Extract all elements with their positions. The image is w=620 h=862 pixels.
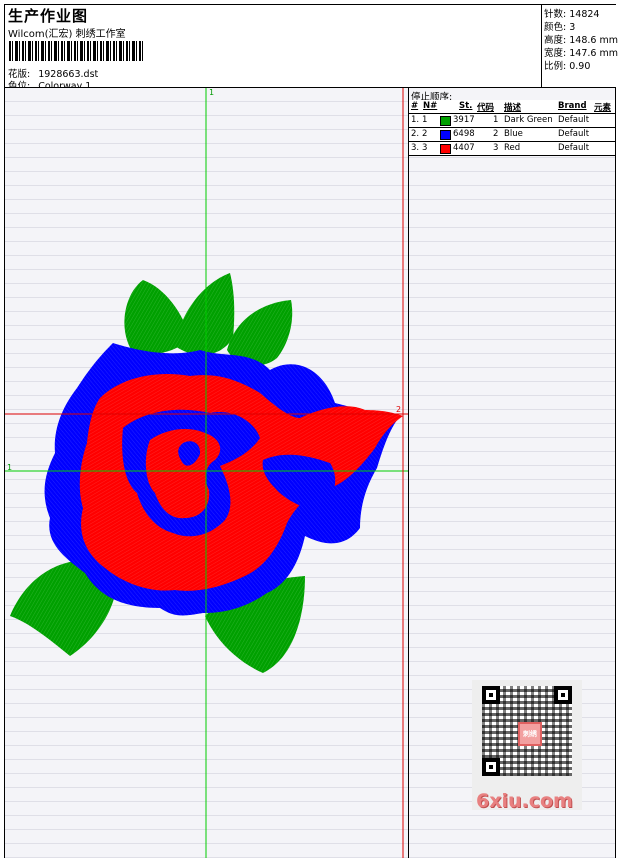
col-desc: 描述 bbox=[504, 103, 522, 113]
stat-stitches: 针数: 14824 bbox=[544, 9, 600, 20]
brand-watermark: 6xiu.com bbox=[476, 790, 573, 812]
stat-height: 高度: 148.6 mm bbox=[544, 35, 618, 46]
col-element: 元素 bbox=[594, 103, 612, 113]
stat-scale: 比例: 0.90 bbox=[544, 61, 591, 72]
table-row: 1. 1 3917 1 Dark Green Default bbox=[409, 114, 615, 128]
studio-name: Wilcom(汇宏) 刺绣工作室 bbox=[8, 29, 126, 40]
qr-code: 刺绣 bbox=[482, 686, 572, 776]
barcode bbox=[9, 41, 143, 61]
leaf-top-center bbox=[175, 273, 235, 356]
color-swatch bbox=[440, 116, 451, 126]
table-row: 2. 2 6498 2 Blue Default bbox=[409, 128, 615, 142]
axis-label-right: 2 bbox=[396, 405, 402, 414]
col-brand: Brand bbox=[558, 101, 587, 111]
design-stats: 针数: 14824 颜色: 3 高度: 148.6 mm 宽度: 147.6 m… bbox=[541, 5, 618, 87]
design-canvas: 1 1 2 bbox=[5, 88, 408, 858]
table-header: # N# St. 代码 描述 Brand 元素 bbox=[409, 100, 615, 114]
col-n: N# bbox=[423, 101, 438, 111]
stat-colors: 颜色: 3 bbox=[544, 22, 576, 33]
color-table: # N# St. 代码 描述 Brand 元素 1. 1 3917 1 Dark… bbox=[409, 100, 615, 156]
page-title: 生产作业图 bbox=[8, 7, 89, 25]
header: 生产作业图 Wilcom(汇宏) 刺绣工作室 花版:1928663.dst 色位… bbox=[5, 5, 542, 92]
stat-width: 宽度: 147.6 mm bbox=[544, 48, 618, 59]
axis-label-top: 1 bbox=[209, 88, 215, 97]
col-hash: # bbox=[411, 101, 419, 111]
color-swatch bbox=[440, 144, 451, 154]
col-stitches: St. bbox=[459, 101, 473, 111]
qr-logo: 刺绣 bbox=[518, 722, 542, 746]
embroidery-preview bbox=[5, 88, 408, 858]
axis-label-left: 1 bbox=[7, 463, 13, 472]
col-code: 代码 bbox=[477, 103, 495, 113]
table-row: 3. 3 4407 3 Red Default bbox=[409, 142, 615, 156]
color-swatch bbox=[440, 130, 451, 140]
